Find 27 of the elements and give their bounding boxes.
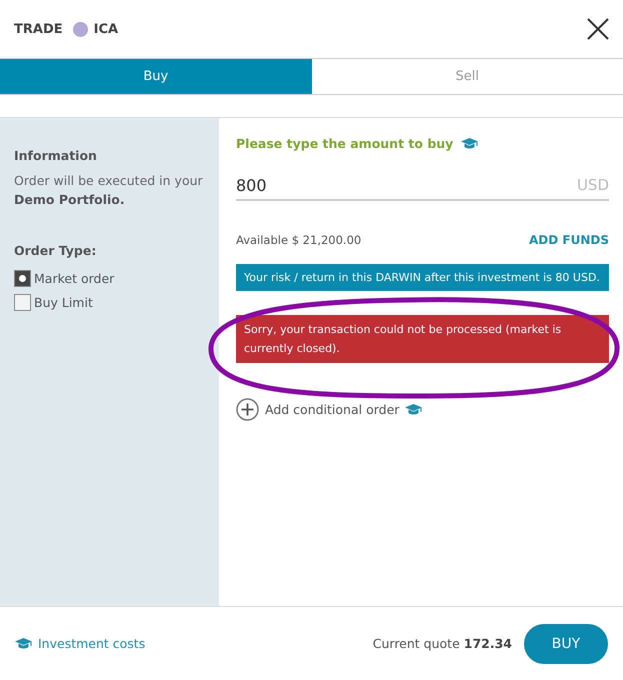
close-button[interactable] xyxy=(587,18,609,40)
buy-button[interactable]: BUY xyxy=(524,624,608,664)
amount-field[interactable]: 800 xyxy=(236,176,577,194)
current-quote: Current quote 172.34 xyxy=(372,636,512,651)
graduation-cap-icon xyxy=(461,138,478,150)
order-type-radio[interactable] xyxy=(14,270,31,287)
order-type-label: Market order xyxy=(34,271,114,286)
amount-prompt: Please type the amount to buy xyxy=(236,136,454,151)
info-heading: Information xyxy=(14,148,98,163)
add-conditional-order[interactable]: Add conditional order xyxy=(265,402,400,417)
graduation-cap-icon xyxy=(405,404,422,416)
available-balance: Available $ 21,200.00 xyxy=(236,233,362,247)
graduation-cap-icon xyxy=(15,638,32,650)
error-message: Sorry, your transaction could not be processed (market is currently closed). xyxy=(236,315,609,363)
info-text: Order will be executed in your Demo Portfolio. xyxy=(14,172,204,209)
risk-notice: Your risk / return in this DARWIN after this investment is 80 USD. xyxy=(236,264,609,291)
trade-tab[interactable]: Buy xyxy=(0,59,312,94)
asset-dot-icon xyxy=(72,22,88,36)
asset-name: ICA xyxy=(94,22,118,36)
order-type-radio[interactable] xyxy=(14,294,31,311)
order-type-label: Order Type: xyxy=(14,243,98,258)
add-funds-link[interactable]: ADD FUNDS xyxy=(529,233,609,247)
trade-title: TRADE xyxy=(14,22,63,36)
order-type-label: Buy Limit xyxy=(34,295,93,310)
plus-circle-icon[interactable] xyxy=(236,398,259,421)
currency-label: USD xyxy=(576,176,609,194)
investment-costs-link[interactable]: Investment costs xyxy=(15,636,146,651)
